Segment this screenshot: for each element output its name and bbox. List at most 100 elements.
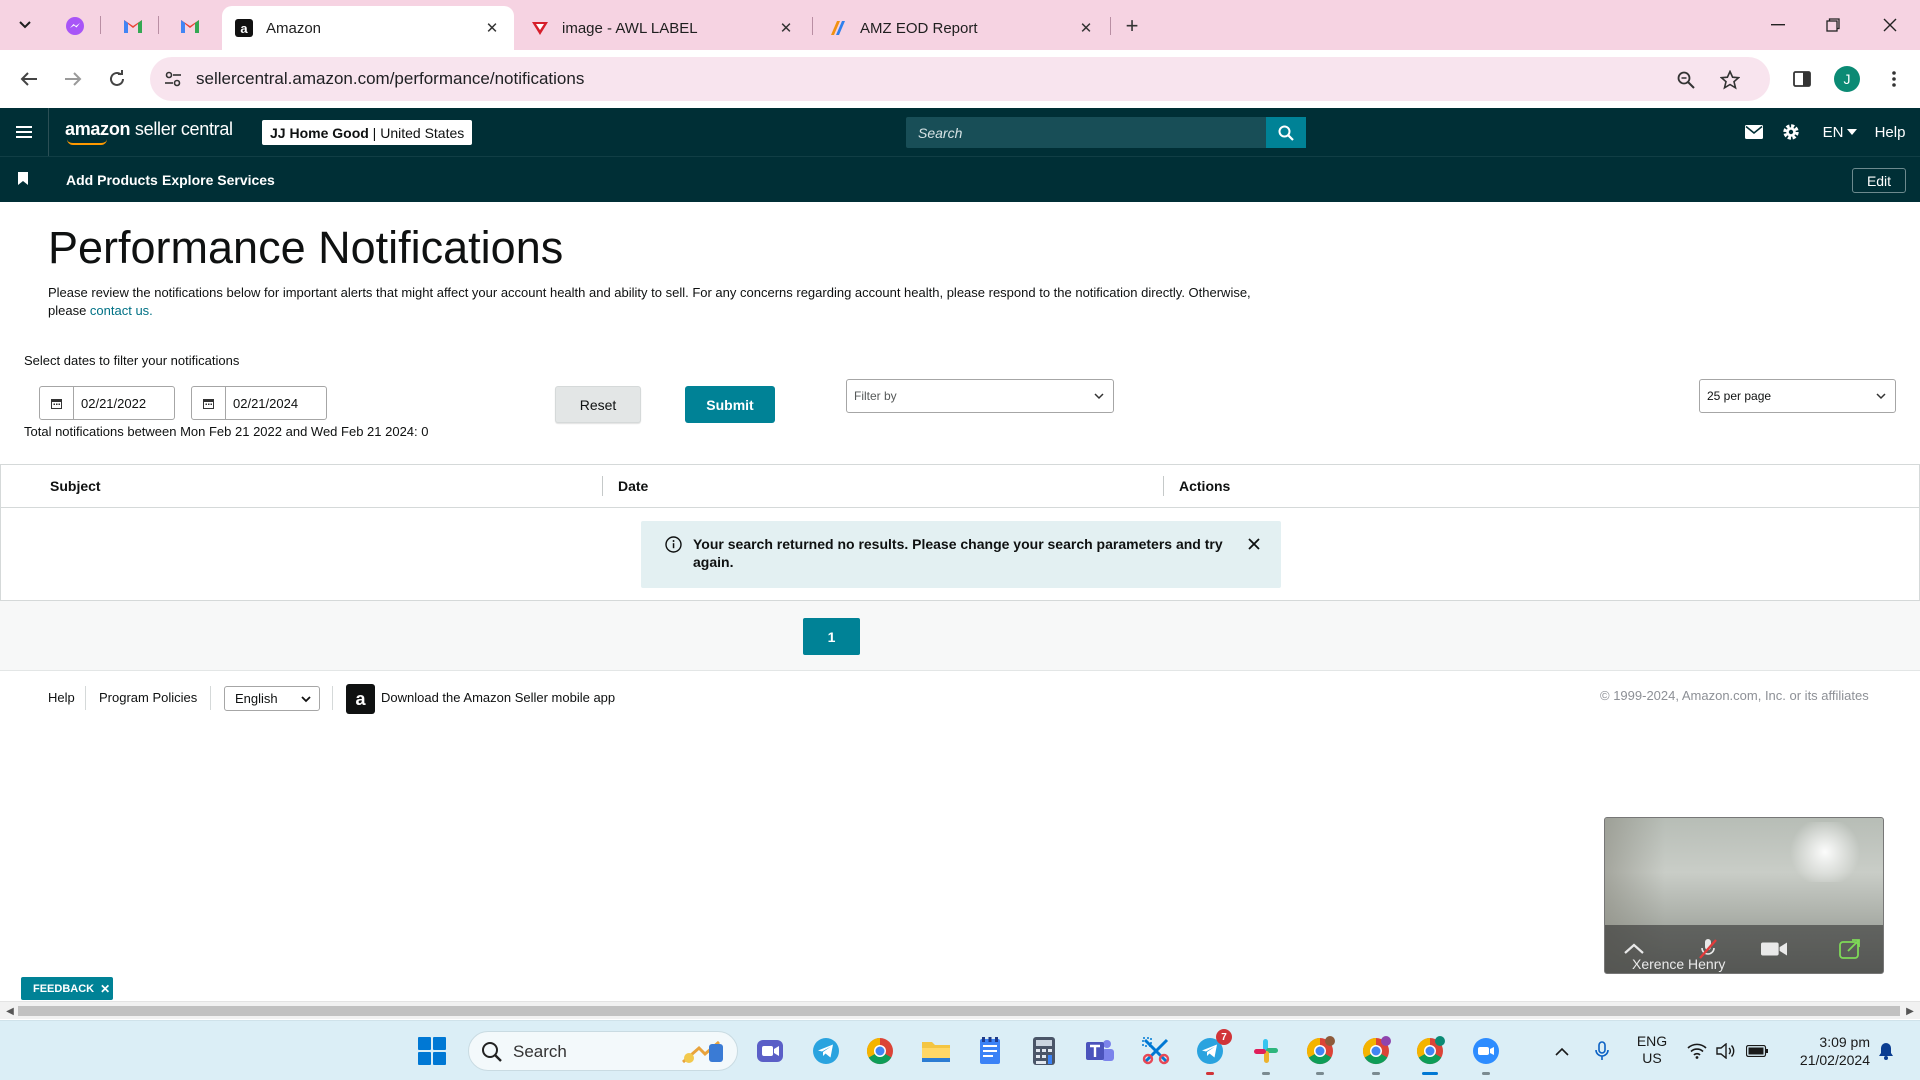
tab-amz-eod-report[interactable]: AMZ EOD Report ✕ <box>816 6 1108 50</box>
language-selector[interactable]: EN <box>1820 120 1860 144</box>
calendar-icon[interactable] <box>192 387 226 419</box>
feedback-tab[interactable]: FEEDBACK ✕ <box>21 977 113 1000</box>
page-title: Performance Notifications <box>48 222 564 273</box>
date-to-field[interactable]: 02/21/2024 <box>191 386 327 420</box>
zoom-app-icon[interactable] <box>1468 1033 1504 1075</box>
side-panel-icon[interactable] <box>1787 64 1817 94</box>
report-favicon-icon <box>828 18 848 38</box>
hamburger-menu-icon[interactable] <box>12 120 36 144</box>
scroll-left-arrow-icon[interactable]: ◀ <box>3 1004 17 1018</box>
notification-bell-icon[interactable] <box>1874 1039 1898 1063</box>
help-link[interactable]: Help <box>1872 120 1908 144</box>
video-call-tile[interactable]: Xerence Henry <box>1604 817 1884 974</box>
chrome-profile-icon[interactable] <box>1412 1033 1448 1075</box>
restore-icon[interactable] <box>1813 10 1853 40</box>
amazon-app-icon[interactable]: a <box>346 684 375 714</box>
profile-avatar[interactable]: J <box>1834 66 1860 92</box>
footer-language-select[interactable]: English <box>224 686 320 711</box>
scrollbar-thumb[interactable] <box>18 1006 1900 1016</box>
reset-button[interactable]: Reset <box>555 386 641 423</box>
seller-central-logo[interactable]: amazon seller central <box>65 119 233 145</box>
footer-separator <box>85 686 86 710</box>
camera-icon[interactable] <box>1761 938 1787 960</box>
bookmark-star-icon[interactable] <box>1718 68 1742 92</box>
volume-icon[interactable] <box>1714 1039 1738 1063</box>
copyright-text: © 1999-2024, Amazon.com, Inc. or its aff… <box>1600 688 1869 703</box>
video-light <box>1785 822 1865 882</box>
calendar-icon[interactable] <box>40 387 74 419</box>
scroll-right-arrow-icon[interactable]: ▶ <box>1903 1004 1917 1018</box>
messenger-pinned-tab-icon[interactable] <box>60 11 90 41</box>
battery-icon[interactable] <box>1744 1039 1770 1063</box>
submit-button[interactable]: Submit <box>685 386 775 423</box>
microphone-icon[interactable] <box>1590 1039 1614 1063</box>
download-app-link[interactable]: Download the Amazon Seller mobile app <box>381 690 615 705</box>
file-explorer-icon[interactable] <box>918 1033 954 1069</box>
info-icon <box>665 536 682 553</box>
telegram-app-icon[interactable]: 7 <box>1192 1029 1232 1075</box>
new-tab-plus-icon[interactable]: + <box>1118 12 1146 40</box>
tab-awl-label[interactable]: image - AWL LABEL ✕ <box>518 6 808 50</box>
edit-nav-button[interactable]: Edit <box>1852 168 1906 193</box>
teams-app-icon[interactable] <box>1082 1033 1118 1069</box>
snipping-tool-icon[interactable] <box>1138 1033 1174 1069</box>
close-window-icon[interactable] <box>1870 10 1910 40</box>
system-clock[interactable]: 3:09 pm 21/02/2024 <box>1780 1033 1870 1069</box>
telegram-app-icon[interactable] <box>808 1033 844 1069</box>
chrome-app-icon[interactable] <box>862 1033 898 1069</box>
language-label: EN <box>1822 123 1844 141</box>
per-page-select[interactable]: 25 per page <box>1699 379 1896 413</box>
taskbar-search[interactable]: Search <box>468 1031 738 1071</box>
gmail-pinned-tab-icon[interactable] <box>175 11 205 41</box>
address-bar[interactable]: sellercentral.amazon.com/performance/not… <box>150 57 1770 101</box>
date-from-field[interactable]: 02/21/2022 <box>39 386 175 420</box>
wifi-icon[interactable] <box>1685 1039 1709 1063</box>
windows-start-icon[interactable] <box>418 1037 448 1067</box>
reload-icon[interactable] <box>102 64 132 94</box>
page-button-current[interactable]: 1 <box>803 618 860 655</box>
column-header-date[interactable]: Date <box>618 478 648 494</box>
show-hidden-icons-chevron-icon[interactable] <box>1550 1039 1574 1063</box>
video-meeting-app-icon[interactable] <box>752 1033 788 1069</box>
account-switcher[interactable]: JJ Home Good | United States <box>262 120 473 145</box>
zoom-icon[interactable] <box>1674 68 1698 92</box>
footer-help-link[interactable]: Help <box>48 690 75 705</box>
notepad-app-icon[interactable] <box>972 1033 1008 1069</box>
filter-by-select[interactable]: Filter by <box>846 379 1114 413</box>
calculator-app-icon[interactable] <box>1026 1033 1062 1069</box>
bookmark-icon[interactable] <box>18 172 28 185</box>
back-arrow-icon[interactable] <box>14 64 44 94</box>
share-screen-icon[interactable] <box>1837 938 1863 960</box>
column-header-subject[interactable]: Subject <box>50 478 101 494</box>
chrome-profile-icon[interactable] <box>1302 1033 1338 1075</box>
site-info-icon[interactable] <box>162 68 184 90</box>
chrome-profile-icon[interactable] <box>1358 1033 1394 1075</box>
gear-icon[interactable] <box>1780 120 1802 144</box>
minimize-icon[interactable] <box>1758 10 1798 40</box>
tab-close-icon[interactable]: ✕ <box>776 18 796 38</box>
slack-app-icon[interactable] <box>1248 1033 1284 1075</box>
contact-us-link[interactable]: contact us. <box>90 303 153 318</box>
horizontal-scrollbar[interactable]: ◀ ▶ <box>0 1001 1920 1019</box>
column-header-actions: Actions <box>1179 478 1231 494</box>
gmail-pinned-tab-icon[interactable] <box>118 11 148 41</box>
seller-search-button[interactable] <box>1266 117 1306 148</box>
tab-title: AMZ EOD Report <box>860 19 978 37</box>
add-products-link[interactable]: Add Products <box>66 172 158 188</box>
svg-text:a: a <box>240 21 248 36</box>
browser-menu-icon[interactable] <box>1879 64 1909 94</box>
explore-services-link[interactable]: Explore Services <box>162 172 275 188</box>
close-feedback-icon[interactable]: ✕ <box>100 982 110 996</box>
tab-close-icon[interactable]: ✕ <box>1076 18 1096 38</box>
close-alert-icon[interactable] <box>1245 535 1263 553</box>
tab-amazon[interactable]: a Amazon ✕ <box>222 6 514 50</box>
input-language-indicator[interactable]: ENG US <box>1632 1033 1672 1067</box>
tab-close-icon[interactable]: ✕ <box>482 18 502 38</box>
tab-search-icon[interactable] <box>10 12 40 38</box>
seller-search-input[interactable] <box>906 117 1306 148</box>
forward-arrow-icon[interactable] <box>58 64 88 94</box>
footer-program-policies-link[interactable]: Program Policies <box>99 690 197 705</box>
chevron-down-icon <box>1876 393 1886 400</box>
mail-icon[interactable] <box>1743 120 1765 144</box>
url-text: sellercentral.amazon.com/performance/not… <box>196 69 585 88</box>
